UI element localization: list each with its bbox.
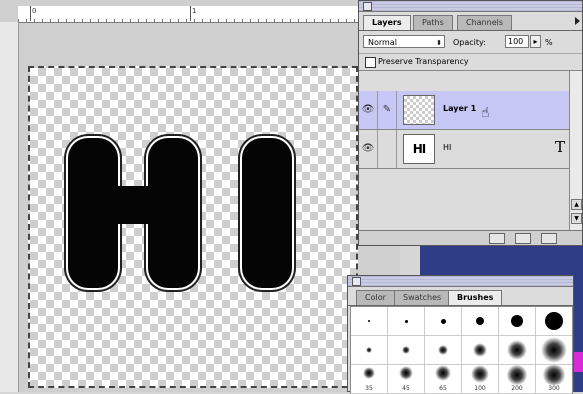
layer-row-layer-1[interactable]: 👁 ✎ Layer 1 ☝ bbox=[359, 91, 571, 130]
brush-preset[interactable]: 200 bbox=[499, 365, 536, 394]
scroll-up-icon[interactable]: ▲ bbox=[571, 199, 582, 210]
layer-thumbnail: HI bbox=[403, 134, 435, 164]
brush-preset[interactable] bbox=[499, 307, 536, 336]
brush-size: 45 bbox=[402, 385, 410, 392]
paintbrush-icon[interactable]: ✎ bbox=[378, 91, 397, 129]
brush-preset[interactable] bbox=[462, 307, 499, 336]
brush-size: 100 bbox=[474, 385, 486, 392]
hand-cursor-icon: ☝ bbox=[481, 105, 490, 121]
brush-preset[interactable] bbox=[425, 307, 462, 336]
brush-preset[interactable]: 100 bbox=[462, 365, 499, 394]
preserve-transparency-checkbox[interactable] bbox=[365, 57, 376, 68]
layer-name: HI bbox=[443, 143, 452, 152]
layers-footer bbox=[359, 230, 582, 245]
brush-preset[interactable] bbox=[388, 307, 425, 336]
brush-preset[interactable]: 45 bbox=[388, 365, 425, 394]
document-window: 0 1 bbox=[0, 0, 400, 392]
brush-size: 35 bbox=[365, 385, 373, 392]
tab-swatches[interactable]: Swatches bbox=[394, 290, 451, 305]
brush-size: 300 bbox=[548, 385, 560, 392]
tab-paths[interactable]: Paths bbox=[413, 15, 453, 30]
layers-scrollbar[interactable]: ▲ ▼ bbox=[569, 71, 582, 231]
brush-size: 200 bbox=[511, 385, 523, 392]
brush-preset[interactable] bbox=[351, 307, 388, 336]
palette-title-bar[interactable] bbox=[359, 1, 582, 12]
tab-channels[interactable]: Channels bbox=[457, 15, 513, 30]
new-layer-button-icon[interactable] bbox=[515, 233, 531, 244]
brush-preset[interactable] bbox=[536, 336, 572, 365]
letter-i bbox=[242, 138, 292, 288]
brush-preset[interactable] bbox=[499, 336, 536, 365]
layer-thumbnail bbox=[403, 95, 435, 125]
brush-preset[interactable] bbox=[351, 336, 388, 365]
brush-preset[interactable] bbox=[536, 307, 572, 336]
brush-preset[interactable]: 65 bbox=[425, 365, 462, 394]
opacity-unit: % bbox=[545, 38, 553, 47]
letter-h-crossbar bbox=[100, 186, 170, 224]
vertical-ruler[interactable] bbox=[0, 22, 19, 392]
blend-options-row: Normal ⬍ Opacity: 100 ▸ % bbox=[359, 31, 582, 54]
tab-layers[interactable]: Layers bbox=[363, 15, 411, 30]
link-cell[interactable] bbox=[378, 130, 397, 168]
tab-color[interactable]: Color bbox=[356, 290, 395, 305]
brush-preset[interactable] bbox=[425, 336, 462, 365]
eye-icon[interactable]: 👁 bbox=[359, 91, 378, 129]
preserve-transparency-label: Preserve Transparency bbox=[378, 57, 469, 66]
brush-size: 65 bbox=[439, 385, 447, 392]
ruler-number: 0 bbox=[32, 7, 37, 15]
image-canvas[interactable] bbox=[28, 66, 358, 388]
palette-menu-arrow-icon[interactable] bbox=[575, 17, 580, 25]
blend-mode-select[interactable]: Normal ⬍ bbox=[363, 35, 445, 48]
brush-grid: 35 45 65 100 200 300 bbox=[350, 306, 573, 394]
opacity-slider-button[interactable]: ▸ bbox=[530, 35, 541, 48]
brush-preset[interactable]: 300 bbox=[536, 365, 572, 394]
palette-tabs: Layers Paths Channels bbox=[359, 12, 582, 31]
mask-button-icon[interactable] bbox=[489, 233, 505, 244]
brushes-palette: Color Swatches Brushes 35 45 65 100 200 … bbox=[347, 275, 574, 394]
horizontal-ruler[interactable]: 0 1 bbox=[18, 6, 358, 23]
ruler-number: 1 bbox=[192, 7, 197, 15]
layers-palette: Layers Paths Channels Normal ⬍ Opacity: … bbox=[358, 0, 583, 246]
layer-row-hi[interactable]: 👁 HI HI T bbox=[359, 130, 571, 169]
layer-name: Layer 1 bbox=[443, 104, 477, 113]
preserve-transparency-row: Preserve Transparency bbox=[359, 54, 582, 71]
ruler-tick bbox=[30, 6, 31, 21]
opacity-label: Opacity: bbox=[453, 38, 486, 47]
scroll-down-icon[interactable]: ▼ bbox=[571, 213, 582, 224]
close-box-icon[interactable] bbox=[352, 277, 361, 286]
blend-mode-value: Normal bbox=[368, 38, 397, 47]
brush-preset[interactable] bbox=[388, 336, 425, 365]
brush-preset[interactable]: 35 bbox=[351, 365, 388, 394]
brush-preset[interactable] bbox=[462, 336, 499, 365]
palette-tabs: Color Swatches Brushes bbox=[348, 287, 573, 306]
close-box-icon[interactable] bbox=[363, 2, 372, 11]
ruler-tick bbox=[190, 6, 191, 21]
type-layer-icon: T bbox=[554, 138, 565, 156]
trash-button-icon[interactable] bbox=[541, 233, 557, 244]
select-arrows-icon: ⬍ bbox=[436, 39, 442, 47]
opacity-input[interactable]: 100 bbox=[505, 35, 529, 48]
eye-icon[interactable]: 👁 bbox=[359, 130, 378, 168]
magenta-marker bbox=[574, 352, 583, 372]
palette-title-bar[interactable] bbox=[348, 276, 573, 287]
tab-brushes[interactable]: Brushes bbox=[448, 290, 503, 305]
